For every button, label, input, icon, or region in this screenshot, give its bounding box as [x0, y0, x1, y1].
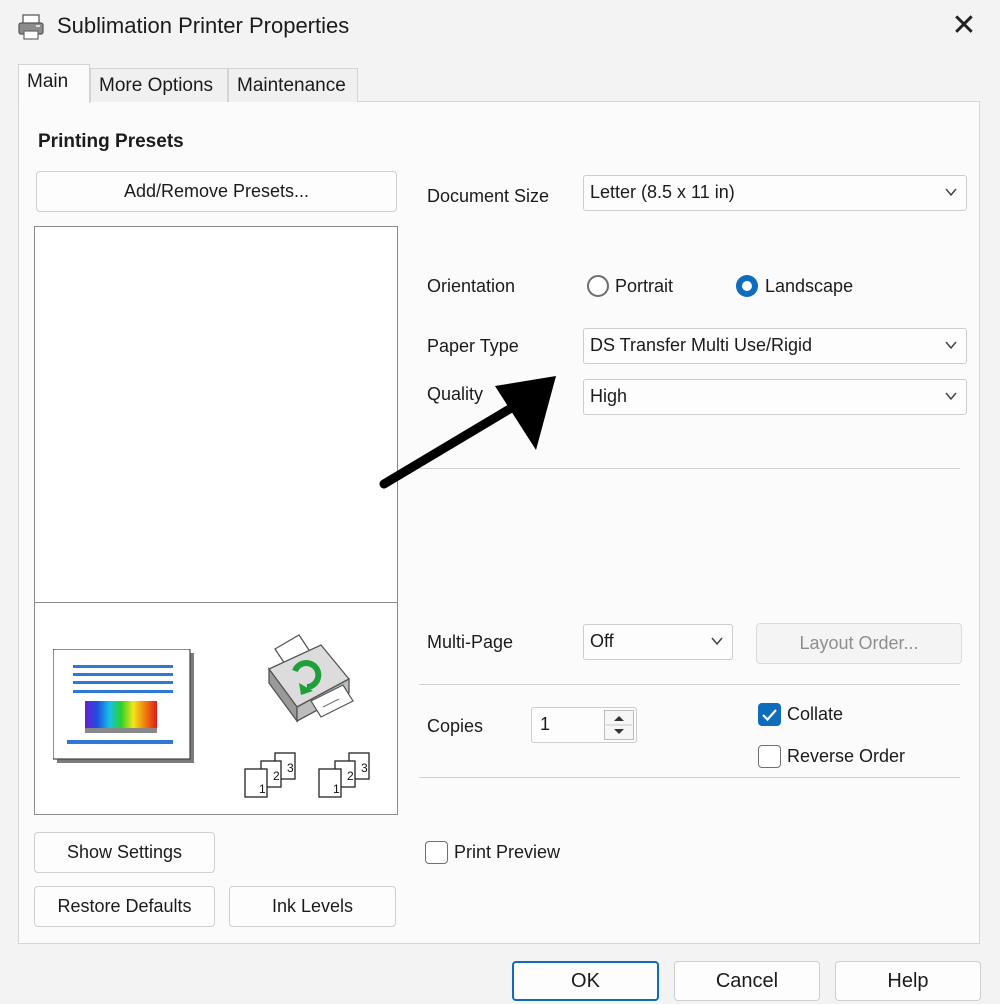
quality-select[interactable]: High [583, 379, 967, 415]
svg-text:1: 1 [259, 782, 266, 796]
chevron-down-icon [945, 188, 957, 197]
chevron-down-icon [711, 637, 723, 646]
svg-text:1: 1 [333, 782, 340, 796]
printing-presets-heading: Printing Presets [38, 131, 184, 152]
svg-text:3: 3 [361, 761, 368, 775]
paper-type-select[interactable]: DS Transfer Multi Use/Rigid [583, 328, 967, 364]
show-settings-button[interactable]: Show Settings [34, 832, 215, 873]
annotation-arrow [379, 376, 556, 489]
reverse-order-label: Reverse Order [787, 746, 906, 766]
svg-text:2: 2 [347, 769, 354, 783]
multi-page-select[interactable]: Off [583, 624, 733, 660]
svg-text:2: 2 [273, 769, 280, 783]
multi-page-value: Off [590, 631, 614, 651]
collate-stack-icon: 3 2 1 [244, 752, 296, 798]
copies-value[interactable]: 1 [540, 714, 550, 735]
cancel-button[interactable]: Cancel [674, 961, 820, 1001]
paper-type-label: Paper Type [427, 336, 519, 356]
checkmark-icon [762, 709, 777, 722]
window-title: Sublimation Printer Properties [57, 13, 350, 38]
chevron-down-icon [945, 341, 957, 350]
chevron-down-icon [945, 392, 957, 401]
reverse-order-checkbox[interactable] [758, 745, 781, 768]
landscape-label: Landscape [765, 276, 854, 296]
printer-feed-icon [268, 634, 354, 723]
collate-checkbox[interactable] [758, 703, 781, 726]
portrait-label: Portrait [615, 276, 674, 296]
stepper-arrows-icon [606, 716, 632, 734]
document-size-select[interactable]: Letter (8.5 x 11 in) [583, 175, 967, 211]
layout-preview [34, 226, 398, 604]
printer-icon [18, 14, 44, 40]
add-remove-presets-button[interactable]: Add/Remove Presets... [36, 171, 397, 212]
divider [419, 684, 960, 685]
layout-order-button[interactable]: Layout Order... [756, 623, 962, 664]
document-size-value: Letter (8.5 x 11 in) [590, 182, 735, 202]
divider [419, 777, 960, 778]
quality-value: High [590, 386, 628, 406]
tab-maintenance[interactable]: Maintenance [228, 68, 358, 102]
settings-preview: 3 2 1 3 2 1 [34, 602, 398, 815]
svg-text:3: 3 [287, 761, 294, 775]
collate-label: Collate [787, 704, 844, 724]
portrait-radio[interactable] [587, 275, 609, 297]
divider [419, 468, 960, 469]
page-preview-icon [53, 649, 194, 763]
restore-defaults-button[interactable]: Restore Defaults [34, 886, 215, 927]
tab-more-options[interactable]: More Options [90, 68, 228, 102]
close-button[interactable]: ✕ [946, 8, 982, 44]
tab-main[interactable]: Main [18, 64, 90, 103]
landscape-radio[interactable] [736, 275, 758, 297]
help-button[interactable]: Help [835, 961, 981, 1001]
copies-stepper[interactable] [604, 710, 634, 740]
print-preview-checkbox[interactable] [425, 841, 448, 864]
copies-label: Copies [427, 716, 484, 736]
multi-page-label: Multi-Page [427, 632, 514, 652]
collate-stack-icon: 3 2 1 [318, 752, 370, 798]
ok-button[interactable]: OK [512, 961, 659, 1001]
paper-type-value: DS Transfer Multi Use/Rigid [590, 335, 813, 355]
print-preview-label: Print Preview [454, 842, 561, 862]
document-size-label: Document Size [427, 186, 550, 206]
orientation-label: Orientation [427, 276, 516, 296]
ink-levels-button[interactable]: Ink Levels [229, 886, 396, 927]
